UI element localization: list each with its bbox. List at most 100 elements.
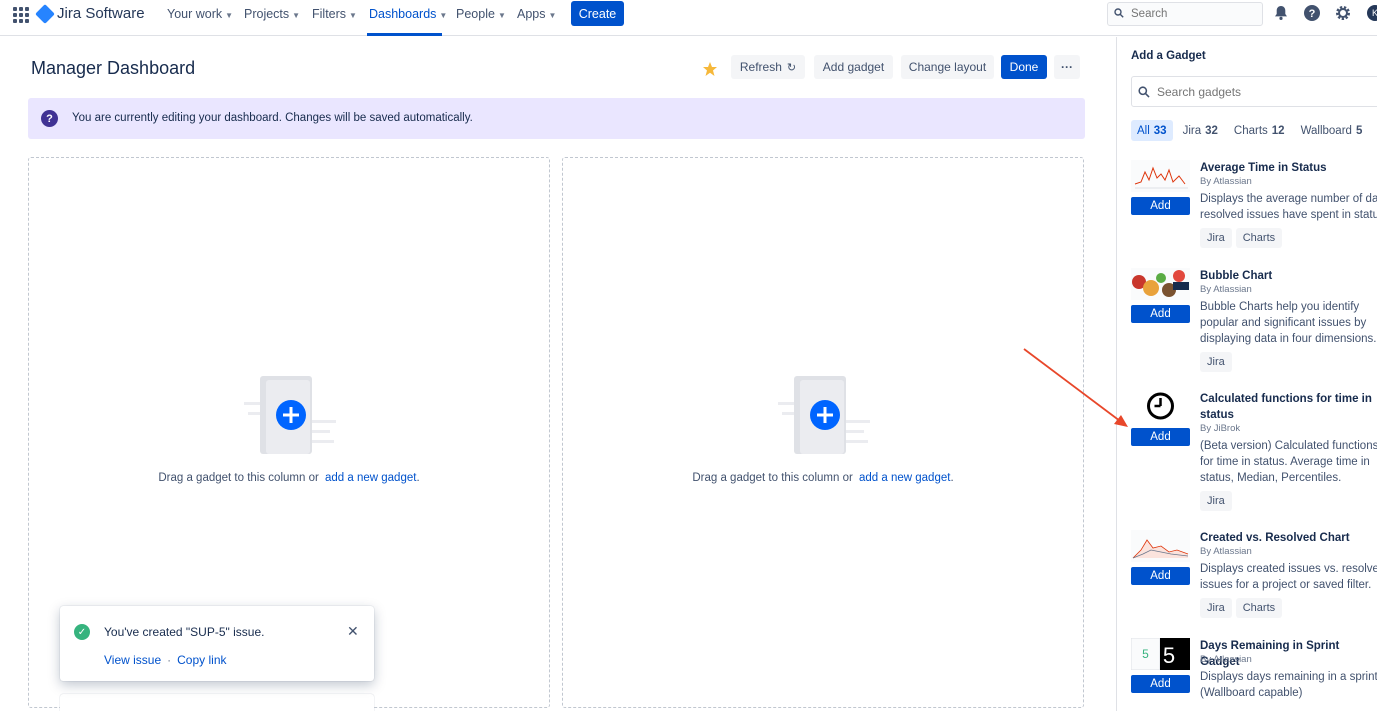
star-icon[interactable]: [702, 61, 718, 77]
more-actions-button[interactable]: ···: [1054, 55, 1080, 79]
chevron-down-icon: ▼: [497, 11, 506, 20]
view-issue-link[interactable]: View issue: [104, 653, 161, 667]
gadget-description: Bubble Charts help you identify popular a…: [1200, 301, 1377, 345]
gadget-name: Created vs. Resolved Chart: [1200, 532, 1350, 544]
gadget-tags: Jira Charts: [1200, 228, 1283, 248]
panel-title: Add a Gadget: [1131, 50, 1206, 62]
filter-jira[interactable]: Jira 32: [1177, 120, 1224, 141]
editing-banner: ? You are currently editing your dashboa…: [28, 98, 1085, 139]
gadget-author: By Atlassian: [1200, 546, 1252, 557]
svg-text:5: 5: [1163, 643, 1175, 668]
line-chart-thumbnail: [1131, 160, 1190, 192]
chevron-down-icon: ▼: [225, 11, 234, 20]
gadget-description: Displays created issues vs. resolved issu…: [1200, 563, 1377, 591]
gadget-author: By Atlassian: [1200, 284, 1252, 295]
product-name: Jira Software: [57, 5, 145, 22]
add-new-gadget-link[interactable]: add a new gadget: [859, 472, 950, 484]
success-check-icon: ✓: [74, 624, 90, 640]
gadget-tags: Jira: [1200, 352, 1232, 372]
nav-item-people[interactable]: People ▼: [456, 7, 506, 21]
tag-jira: Jira: [1200, 352, 1232, 372]
gadget-name: Calculated functions for time in status: [1200, 393, 1372, 421]
gadget-name: Average Time in Status: [1200, 162, 1327, 174]
jira-logo-icon: [35, 3, 55, 24]
jira-logo[interactable]: Jira Software: [35, 3, 145, 24]
add-gadget-panel: Add a Gadget All33 Jira32 Charts12 Wallb…: [1116, 37, 1377, 711]
tag-charts: Charts: [1235, 598, 1283, 618]
tag-jira: Jira: [1200, 598, 1232, 618]
settings-gear-icon[interactable]: [1334, 4, 1352, 22]
column-hint: Drag a gadget to this column or add a ne…: [692, 472, 954, 484]
add-gadget-illustration: [778, 376, 870, 454]
top-navigation: Jira Software Your work ▼ Projects ▼ Filte…: [0, 0, 1377, 36]
add-gadget-illustration: [244, 376, 336, 454]
active-nav-indicator: [367, 33, 442, 36]
add-gadget-created-vs-resolved-button[interactable]: Add: [1131, 567, 1190, 585]
days-remaining-thumbnail: 5 5: [1131, 638, 1190, 670]
gadget-description: Displays days remaining in a sprint (Wall…: [1200, 671, 1377, 699]
clock-icon: [1131, 391, 1190, 423]
toast-actions: View issue · Copy link: [104, 653, 227, 667]
chevron-down-icon: ▼: [349, 11, 357, 20]
nav-item-projects[interactable]: Projects ▼: [244, 7, 300, 21]
add-new-gadget-link[interactable]: add a new gadget: [325, 472, 416, 484]
add-gadget-calculated-functions-button[interactable]: Add: [1131, 428, 1190, 446]
add-gadget-average-time-button[interactable]: Add: [1131, 197, 1190, 215]
global-search[interactable]: [1107, 2, 1263, 26]
help-icon[interactable]: ?: [1303, 4, 1321, 22]
page-title: Manager Dashboard: [31, 58, 196, 78]
app-switcher-icon[interactable]: [13, 7, 29, 23]
user-avatar[interactable]: K: [1367, 5, 1377, 21]
gadget-name: Bubble Chart: [1200, 270, 1273, 282]
gadget-tags: Jira Charts: [1200, 598, 1283, 618]
copy-link[interactable]: Copy link: [177, 653, 226, 667]
tag-jira: Jira: [1200, 228, 1232, 248]
chevron-down-icon: ▼: [548, 11, 557, 20]
gadget-category-filters: All 33 Jira 32 Charts 12 Wallboard 5: [1131, 120, 1368, 141]
gadget-description: (Beta version) Calculated functions for t…: [1200, 440, 1377, 484]
gadget-search-input[interactable]: [1157, 84, 1357, 100]
search-icon: [1114, 8, 1124, 18]
dashboard-column-2[interactable]: Drag a gadget to this column or add a ne…: [562, 157, 1084, 708]
tag-charts: Charts: [1235, 228, 1283, 248]
column-hint: Drag a gadget to this column or add a ne…: [158, 472, 420, 484]
svg-text:?: ?: [1309, 8, 1316, 20]
gadget-description: Displays the average number of days resol…: [1200, 193, 1377, 221]
global-search-input[interactable]: [1131, 6, 1256, 22]
svg-text:5: 5: [1142, 647, 1149, 661]
chevron-down-icon: ▼: [292, 11, 301, 20]
add-gadget-bubble-chart-button[interactable]: Add: [1131, 305, 1190, 323]
filter-wallboard[interactable]: Wallboard 5: [1295, 120, 1369, 141]
add-gadget-days-remaining-button[interactable]: Add: [1131, 675, 1190, 693]
filter-charts[interactable]: Charts 12: [1228, 120, 1291, 141]
success-toast: ✓ You've created "SUP-5" issue. ✕ View i…: [60, 606, 374, 681]
search-icon: [1138, 86, 1150, 98]
nav-item-filters[interactable]: Filters ▼: [312, 7, 357, 21]
gadget-author: By JiBrok: [1200, 423, 1241, 434]
gadget-author: By Atlassian: [1200, 654, 1252, 665]
gadget-author: By Atlassian: [1200, 176, 1252, 187]
add-gadget-button[interactable]: Add gadget: [814, 55, 893, 79]
gadget-tags: Jira: [1200, 491, 1232, 511]
stacked-toast: [60, 694, 374, 711]
banner-text: You are currently editing your dashboard…: [72, 112, 473, 124]
nav-item-dashboards[interactable]: Dashboards ▼: [369, 7, 447, 21]
create-button[interactable]: Create: [571, 1, 624, 26]
gadget-search[interactable]: [1131, 76, 1377, 107]
toast-message: You've created "SUP-5" issue.: [104, 625, 265, 639]
question-icon: ?: [41, 110, 58, 127]
area-chart-thumbnail: [1131, 530, 1190, 562]
annotation-arrow: [1023, 348, 1128, 427]
bubble-chart-thumbnail: [1131, 268, 1190, 300]
refresh-button[interactable]: Refresh ↻: [731, 55, 805, 79]
tag-jira: Jira: [1200, 491, 1232, 511]
chevron-down-icon: ▼: [439, 11, 448, 20]
nav-item-apps[interactable]: Apps ▼: [517, 7, 556, 21]
notifications-bell-icon[interactable]: [1272, 4, 1290, 22]
done-button[interactable]: Done: [1001, 55, 1047, 79]
refresh-icon: ↻: [786, 61, 797, 74]
nav-item-your-work[interactable]: Your work ▼: [167, 7, 233, 21]
filter-all[interactable]: All 33: [1131, 120, 1173, 141]
close-icon[interactable]: ✕: [347, 623, 359, 640]
change-layout-button[interactable]: Change layout: [901, 55, 994, 79]
